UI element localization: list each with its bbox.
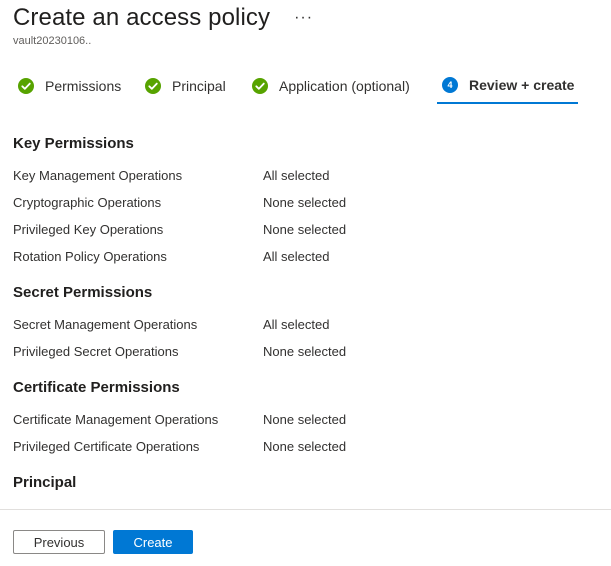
principal-section: Principal — [13, 467, 611, 499]
tab-label: Application (optional) — [279, 78, 410, 94]
permission-row: Privileged Certificate Operations None s… — [13, 433, 611, 460]
vault-name: vault20230106.. — [13, 35, 92, 47]
permission-value: None selected — [263, 412, 347, 427]
permission-value: None selected — [263, 344, 347, 359]
permission-value: All selected — [263, 317, 330, 332]
create-button[interactable]: Create — [113, 530, 193, 554]
review-content[interactable]: Key Permissions Key Management Operation… — [13, 128, 611, 509]
permission-value: None selected — [263, 439, 347, 454]
section-heading: Principal — [13, 474, 77, 491]
permission-name: Certificate Management Operations — [13, 412, 219, 427]
tab-principal[interactable]: Principal — [145, 68, 226, 104]
permission-row: Key Management Operations All selected — [13, 162, 611, 189]
section-heading: Certificate Permissions — [13, 379, 180, 396]
permission-name: Rotation Policy Operations — [13, 249, 167, 264]
wizard-steps: Permissions Principal Application (optio… — [13, 68, 611, 104]
tab-label: Review + create — [469, 77, 575, 93]
check-circle-icon — [145, 78, 161, 94]
check-circle-icon — [18, 78, 34, 94]
tab-label: Permissions — [45, 78, 122, 94]
permission-value: None selected — [263, 222, 347, 237]
permission-row: Secret Management Operations All selecte… — [13, 311, 611, 338]
tab-review-create[interactable]: 4 Review + create — [437, 68, 579, 104]
permission-row: Privileged Key Operations None selected — [13, 216, 611, 243]
key-permissions-section: Key Permissions Key Management Operation… — [13, 128, 611, 270]
tab-permissions[interactable]: Permissions — [18, 68, 121, 104]
more-options-icon[interactable]: ··· — [294, 3, 313, 33]
section-heading: Secret Permissions — [13, 284, 153, 301]
certificate-permissions-section: Certificate Permissions Certificate Mana… — [13, 372, 611, 460]
tab-application[interactable]: Application (optional) — [252, 68, 410, 104]
permission-name: Privileged Secret Operations — [13, 344, 179, 359]
permission-row: Privileged Secret Operations None select… — [13, 338, 611, 365]
permission-row: Cryptographic Operations None selected — [13, 189, 611, 216]
previous-button[interactable]: Previous — [13, 530, 105, 554]
page-title: Create an access policy — [13, 4, 271, 31]
permission-name: Privileged Key Operations — [13, 222, 164, 237]
permission-name: Key Management Operations — [13, 168, 183, 183]
footer-bar: Previous Create — [0, 509, 611, 566]
secret-permissions-section: Secret Permissions Secret Management Ope… — [13, 277, 611, 365]
step-number-badge: 4 — [442, 77, 458, 93]
permission-value: None selected — [263, 195, 347, 210]
permission-value: All selected — [263, 168, 330, 183]
permission-row: Certificate Management Operations None s… — [13, 406, 611, 433]
check-circle-icon — [252, 78, 268, 94]
permission-name: Privileged Certificate Operations — [13, 439, 200, 454]
permission-name: Secret Management Operations — [13, 317, 198, 332]
permission-row: Rotation Policy Operations All selected — [13, 243, 611, 270]
permission-value: All selected — [263, 249, 330, 264]
section-heading: Key Permissions — [13, 135, 134, 152]
page-header: Create an access policy ··· vault2023010… — [13, 3, 313, 47]
permission-name: Cryptographic Operations — [13, 195, 162, 210]
tab-label: Principal — [172, 78, 226, 94]
